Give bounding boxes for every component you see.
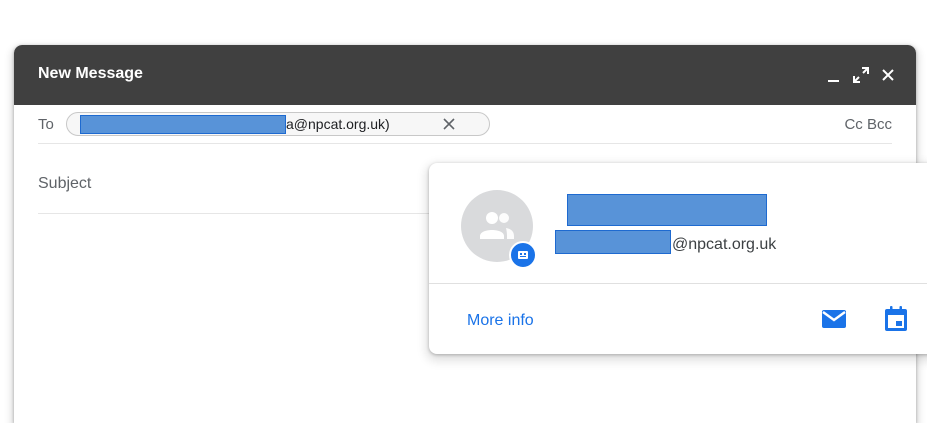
to-row[interactable]: To a@npcat.org.uk) Cc Bcc (38, 105, 892, 144)
redacted-recipient-name (80, 115, 286, 134)
card-divider (429, 283, 927, 284)
cc-link[interactable]: Cc (844, 116, 862, 133)
expand-icon[interactable] (851, 65, 871, 85)
bcc-link[interactable]: Bcc (867, 116, 892, 133)
contact-email-domain: @npcat.org.uk (672, 236, 777, 253)
group-badge-icon (509, 241, 537, 269)
remove-recipient-icon[interactable] (441, 116, 457, 132)
redacted-contact-email (555, 230, 671, 254)
recipient-email: a@npcat.org.uk) (286, 116, 390, 132)
recipient-chip[interactable]: a@npcat.org.uk) (66, 112, 490, 136)
redacted-contact-name (567, 194, 767, 226)
close-icon[interactable] (878, 65, 898, 85)
mail-icon[interactable] (818, 303, 850, 335)
calendar-icon[interactable] (880, 303, 912, 335)
compose-title: New Message (38, 65, 143, 82)
to-label: To (38, 116, 54, 133)
more-info-link[interactable]: More info (467, 312, 534, 330)
subject-placeholder: Subject (38, 175, 92, 192)
minimize-icon[interactable] (824, 65, 844, 85)
compose-header[interactable]: New Message (14, 45, 916, 105)
contact-hovercard: @npcat.org.uk More info (429, 163, 927, 354)
cc-bcc-links: Cc Bcc (844, 116, 892, 133)
people-icon (480, 212, 514, 239)
